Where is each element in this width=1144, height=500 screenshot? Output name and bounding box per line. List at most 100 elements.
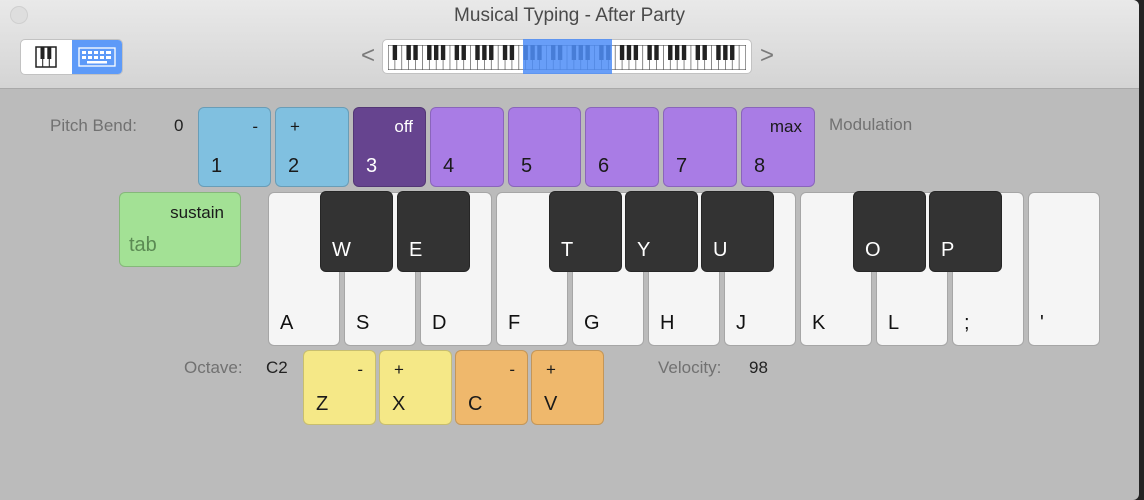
key-letter: E xyxy=(409,239,423,261)
black-key-w[interactable]: W xyxy=(320,191,393,272)
key-letter: J xyxy=(736,312,746,334)
mini-black-key xyxy=(716,45,721,60)
mini-black-key xyxy=(489,45,494,60)
key-letter: 1 xyxy=(211,155,223,177)
key-function-label: sustain xyxy=(170,203,224,222)
key-letter: 3 xyxy=(366,155,378,177)
black-key-t[interactable]: T xyxy=(549,191,622,272)
key-function-label: + xyxy=(394,360,404,379)
mini-black-key xyxy=(723,45,728,60)
modulation-key-7[interactable]: 7 xyxy=(663,107,737,187)
key-function-label: + xyxy=(290,117,300,136)
key-letter: K xyxy=(812,312,826,334)
musical-typing-view-button[interactable] xyxy=(71,40,122,74)
view-mode-segmented-control xyxy=(20,39,123,75)
octave-label: Octave: xyxy=(184,358,243,377)
visible-range-highlight[interactable] xyxy=(523,39,612,74)
key-letter: V xyxy=(544,393,558,415)
black-key-e[interactable]: E xyxy=(397,191,470,272)
black-key-u[interactable]: U xyxy=(701,191,774,272)
key-letter: W xyxy=(332,239,351,261)
pitch-bend-down-key[interactable]: - 1 xyxy=(198,107,271,187)
mini-black-key xyxy=(427,45,432,60)
piano-view-button[interactable] xyxy=(21,40,72,74)
key-letter: ' xyxy=(1040,312,1044,334)
pitch-bend-up-key[interactable]: + 2 xyxy=(275,107,349,187)
mini-black-key xyxy=(440,45,446,60)
octave-down-key[interactable]: - Z xyxy=(303,350,376,425)
key-letter: O xyxy=(865,239,881,261)
mini-black-key xyxy=(406,45,411,60)
key-function-label: - xyxy=(509,360,515,379)
mini-black-key xyxy=(509,45,515,60)
velocity-label: Velocity: xyxy=(658,358,722,377)
key-letter: Y xyxy=(637,239,651,261)
mini-black-key xyxy=(647,45,652,60)
black-key-o[interactable]: O xyxy=(853,191,926,272)
key-letter: 2 xyxy=(288,155,300,177)
key-letter: 7 xyxy=(676,155,688,177)
mini-black-key xyxy=(413,45,418,60)
title-bar: Musical Typing - After Party < > xyxy=(0,0,1139,89)
key-letter: A xyxy=(280,312,294,334)
mini-black-key xyxy=(502,45,508,60)
key-letter: 5 xyxy=(521,155,533,177)
pitch-bend-value: 0 xyxy=(174,116,184,135)
window-title: Musical Typing - After Party xyxy=(454,5,685,26)
key-letter: L xyxy=(888,312,900,334)
mini-black-key xyxy=(702,45,707,60)
mini-black-key xyxy=(392,45,398,60)
next-octave-range-button[interactable]: > xyxy=(760,42,774,70)
velocity-value: 98 xyxy=(749,358,768,377)
previous-octave-range-button[interactable]: < xyxy=(361,42,375,70)
mini-black-key xyxy=(668,45,673,60)
black-key-p[interactable]: P xyxy=(929,191,1002,272)
key-function-label: - xyxy=(252,117,258,136)
mini-black-key xyxy=(461,45,466,60)
modulation-label: Modulation xyxy=(829,115,913,134)
sustain-key[interactable]: sustain tab xyxy=(119,192,241,267)
key-letter: D xyxy=(432,312,447,334)
key-letter: 4 xyxy=(443,155,455,177)
velocity-up-key[interactable]: + V xyxy=(531,350,604,425)
key-letter: C xyxy=(468,393,483,415)
key-letter: Z xyxy=(316,393,329,415)
keyboard-range-selector[interactable] xyxy=(382,39,752,74)
white-key-apostrophe[interactable]: ' xyxy=(1028,192,1100,346)
key-letter: S xyxy=(356,312,370,334)
pitch-bend-label: Pitch Bend: xyxy=(50,116,137,135)
mini-black-key xyxy=(674,45,680,60)
mini-black-key xyxy=(681,45,687,60)
key-letter: ; xyxy=(964,312,970,334)
mini-black-key xyxy=(619,45,625,60)
mini-black-key xyxy=(654,45,659,60)
mini-black-key xyxy=(482,45,487,60)
key-function-label: max xyxy=(769,117,802,136)
key-letter: tab xyxy=(129,234,157,256)
key-function-label: off xyxy=(394,117,413,136)
mini-black-key xyxy=(633,45,639,60)
velocity-down-key[interactable]: - C xyxy=(455,350,528,425)
key-letter: 8 xyxy=(754,155,766,177)
modulation-off-key[interactable]: off 3 xyxy=(353,107,426,187)
modulation-max-key[interactable]: max 8 xyxy=(741,107,815,187)
key-letter: P xyxy=(941,239,955,261)
key-function-label: - xyxy=(357,360,363,379)
octave-up-key[interactable]: + X xyxy=(379,350,452,425)
key-letter: G xyxy=(584,312,600,334)
key-letter: H xyxy=(660,312,675,334)
mini-black-key xyxy=(475,45,480,60)
key-letter: T xyxy=(561,239,574,261)
modulation-key-4[interactable]: 4 xyxy=(430,107,504,187)
key-letter: 6 xyxy=(598,155,610,177)
key-function-label: + xyxy=(546,360,556,379)
keyboard-icon xyxy=(78,47,116,67)
musical-typing-window: Musical Typing - After Party < > Pitch B… xyxy=(0,0,1139,500)
mini-black-key xyxy=(626,45,632,60)
key-letter: X xyxy=(392,393,406,415)
black-key-y[interactable]: Y xyxy=(625,191,698,272)
modulation-key-5[interactable]: 5 xyxy=(508,107,581,187)
modulation-key-6[interactable]: 6 xyxy=(585,107,659,187)
octave-value: C2 xyxy=(266,358,288,377)
mini-black-key xyxy=(730,45,735,60)
